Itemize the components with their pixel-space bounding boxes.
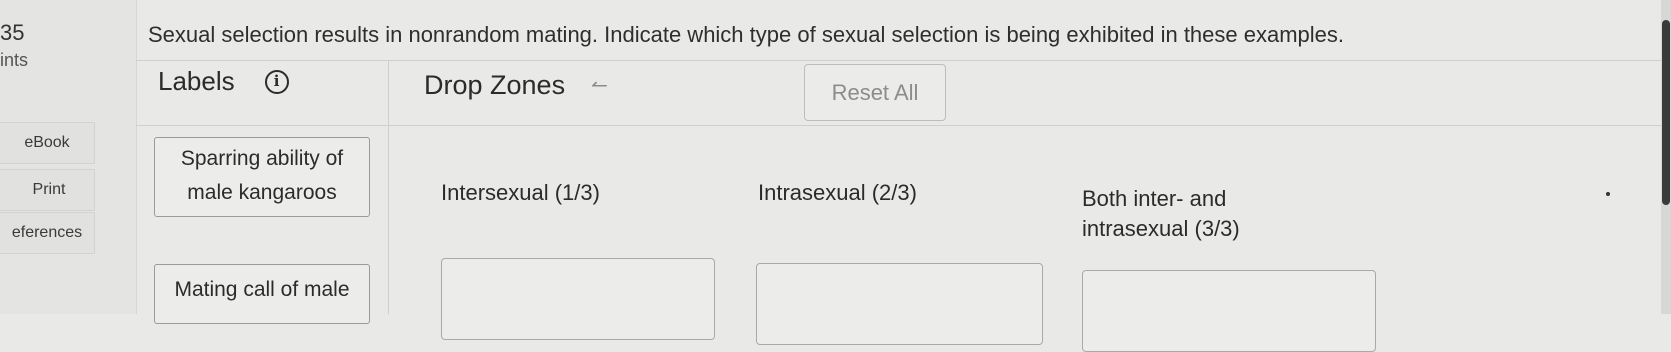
question-area: Sexual selection results in nonrandom ma… [136,0,1671,352]
drop-zones-title: Drop Zones [424,70,566,100]
label-card-text: Sparring ability of [180,147,344,170]
drop-zones-header: Drop Zones ↼ [424,70,608,101]
undo-arrow-icon[interactable]: ↼ [591,73,608,98]
question-number: 35 [0,20,25,45]
scrollbar-thumb[interactable] [1662,20,1670,205]
drop-zone-intersexual[interactable] [441,258,715,340]
drop-zone-intrasexual[interactable] [756,263,1043,345]
labels-header: Labels i [158,66,289,97]
draggable-label-card[interactable]: Mating call of male [154,264,370,324]
references-label: eferences [11,224,83,241]
drop-zone-title-line: intrasexual (3/3) [1082,216,1240,241]
question-prompt: Sexual selection results in nonrandom ma… [148,22,1345,47]
reset-all-label: Reset All [831,79,919,105]
cursor-dot [1606,192,1610,196]
ebook-button[interactable]: eBook [0,122,95,164]
divider [136,60,1671,61]
scrollbar[interactable] [1661,0,1671,314]
drop-zone-title-line: Both inter- and [1082,186,1227,211]
left-sidebar: 35 ints eBook Print eferences [0,0,137,314]
reset-all-button[interactable]: Reset All [804,64,946,121]
labels-title: Labels [158,66,235,96]
draggable-label-card[interactable]: Sparring ability of male kangaroos [154,137,370,217]
drop-zone-title-intersexual: Intersexual (1/3) [441,180,600,205]
print-label: Print [32,181,66,198]
label-card-text: male kangaroos [187,181,337,204]
drop-zone-title-both: Both inter- and intrasexual (3/3) [1082,184,1302,244]
ebook-label: eBook [24,134,70,151]
drop-zone-title-intrasexual: Intrasexual (2/3) [758,180,917,205]
info-icon[interactable]: i [264,69,289,94]
panel-divider [388,60,389,314]
print-button[interactable]: Print [0,169,95,211]
references-button[interactable]: eferences [0,212,95,254]
points-label: ints [0,50,29,70]
label-card-text: Mating call of male [174,278,350,301]
drop-zone-both[interactable] [1082,270,1376,352]
divider [136,125,1671,126]
